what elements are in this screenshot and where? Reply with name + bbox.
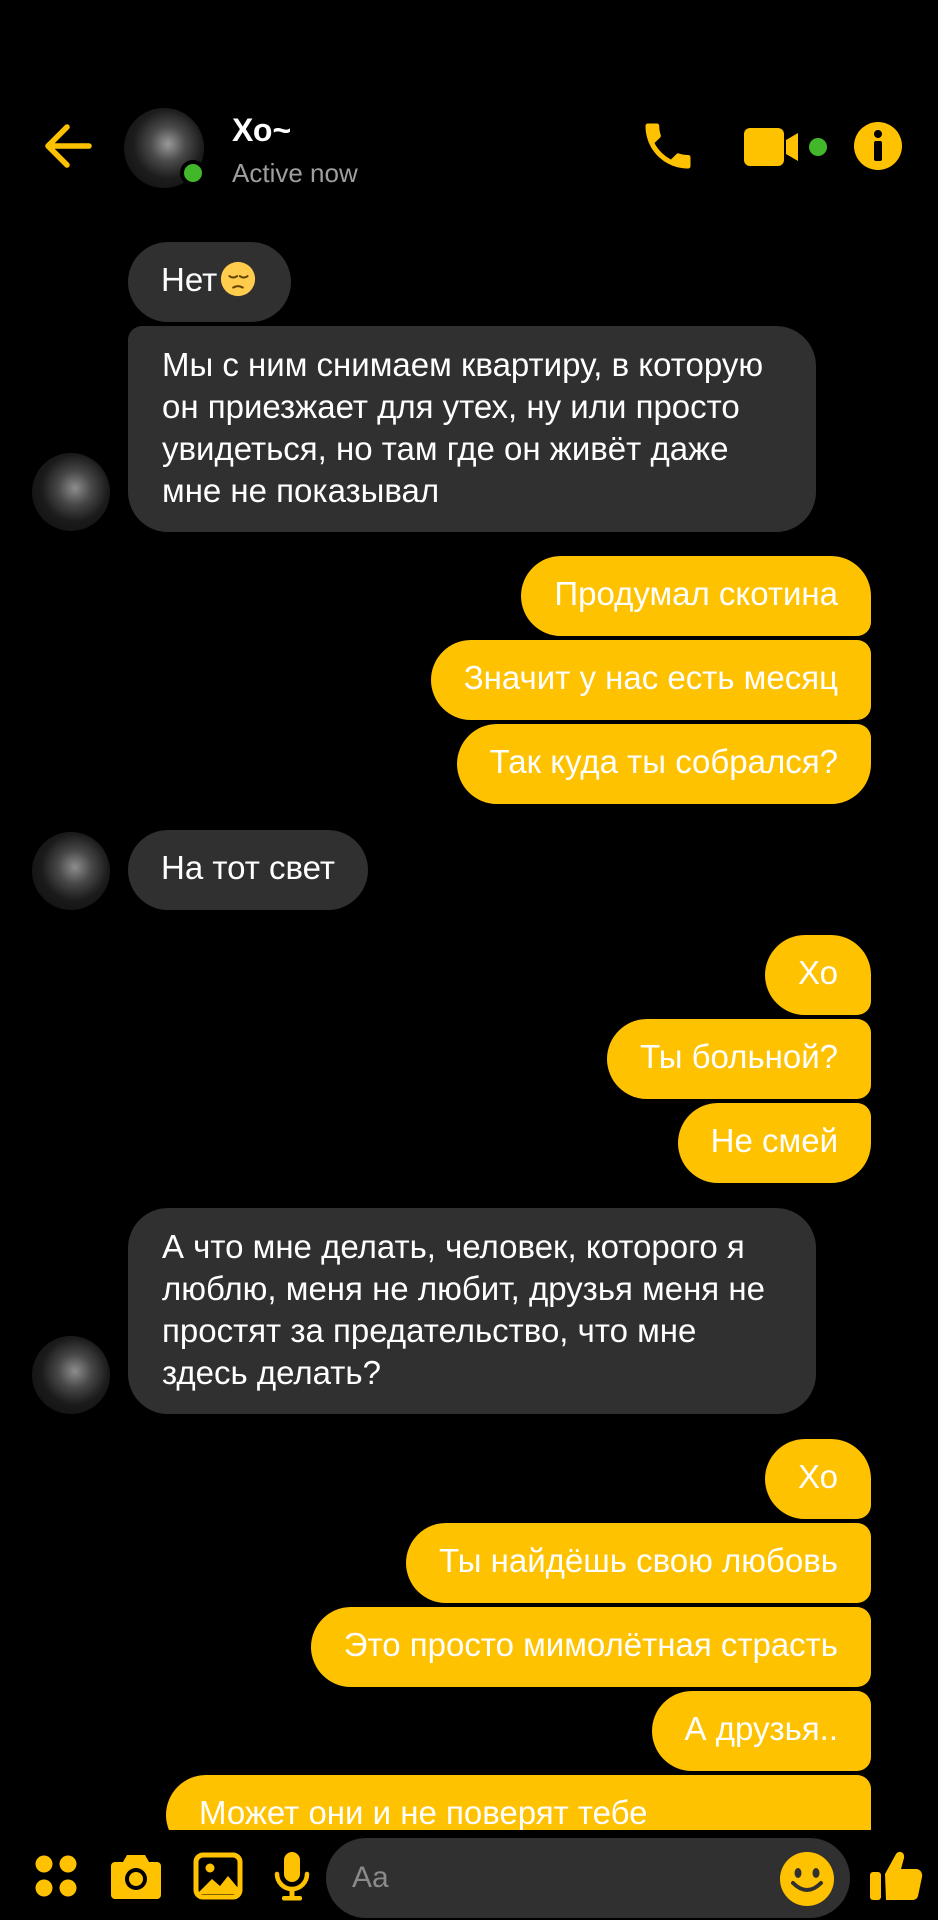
sent-message[interactable]: Продумал скотина [521,556,871,636]
thumbs-up-icon [870,1851,923,1900]
message-text: Значит у нас есть месяц [463,659,838,696]
image-icon [193,1852,243,1900]
message-text: Так куда ты собрался? [489,743,838,780]
camera-button[interactable] [108,1848,164,1904]
message-text: Хо [798,1458,838,1495]
sent-message[interactable]: Ты найдёшь свою любовь [406,1523,871,1603]
contact-name[interactable]: Хо~ [232,112,291,149]
received-message[interactable]: Нет [128,242,292,322]
chat-header: Хо~ Active now [0,0,938,240]
message-text: Не смей [710,1122,838,1159]
online-indicator [180,160,206,186]
avatar[interactable] [32,453,110,531]
gallery-button[interactable] [190,1848,246,1904]
avatar[interactable] [32,1336,110,1414]
smiley-icon [780,1852,834,1906]
message-text: Нет [161,261,218,298]
message-text: Ты найдёшь свою любовь [439,1542,838,1579]
video-camera-icon [744,128,827,166]
info-icon [854,122,902,170]
pensive-face-icon [221,261,256,297]
message-text: А что мне делать, человек, которого я лю… [162,1228,765,1391]
received-message[interactable]: Мы с ним снимаем квартиру, в которую он … [128,326,816,532]
message-text: Может они и не поверят тебе [199,1794,648,1831]
message-text: На тот свет [161,849,336,886]
message-text: Это просто мимолётная страсть [343,1626,838,1663]
received-message[interactable]: А что мне делать, человек, которого я лю… [128,1208,816,1414]
microphone-icon [274,1852,310,1901]
sent-message[interactable]: Ты больной? [607,1019,871,1099]
sent-message[interactable]: А друзья.. [651,1691,871,1771]
sent-message[interactable]: Это просто мимолётная страсть [310,1607,871,1687]
chat-screen: Хо~ Active now Нет Мы с ним снимаем квар… [0,0,938,1920]
message-text: Хо [798,954,838,991]
message-text: Мы с ним снимаем квартиру, в которую он … [162,346,764,509]
sent-message[interactable]: Хо [765,935,871,1015]
emoji-button[interactable] [778,1850,836,1908]
avatar[interactable] [32,832,110,910]
message-text: Ты больной? [640,1038,838,1075]
sent-message[interactable]: Значит у нас есть месяц [430,640,871,720]
camera-icon [111,1855,161,1899]
contact-avatar[interactable] [124,108,206,188]
message-input[interactable] [326,1838,850,1918]
like-button[interactable] [866,1848,926,1904]
message-text: А друзья.. [684,1710,838,1747]
info-button[interactable] [852,120,904,172]
apps-icon [35,1855,77,1897]
received-message[interactable]: На тот свет [128,830,369,910]
back-button[interactable] [40,118,96,174]
message-text: Продумал скотина [554,575,838,612]
sent-message[interactable]: Не смей [677,1103,871,1183]
sent-message[interactable]: Хо [765,1439,871,1519]
apps-button[interactable] [28,1848,84,1904]
video-call-button[interactable] [742,124,828,170]
contact-status: Active now [232,158,358,188]
voice-call-button[interactable] [638,116,698,176]
phone-icon [645,123,691,169]
back-arrow-icon [45,124,92,168]
sent-message[interactable]: Так куда ты собрался? [456,724,871,804]
voice-message-button[interactable] [264,1848,320,1904]
